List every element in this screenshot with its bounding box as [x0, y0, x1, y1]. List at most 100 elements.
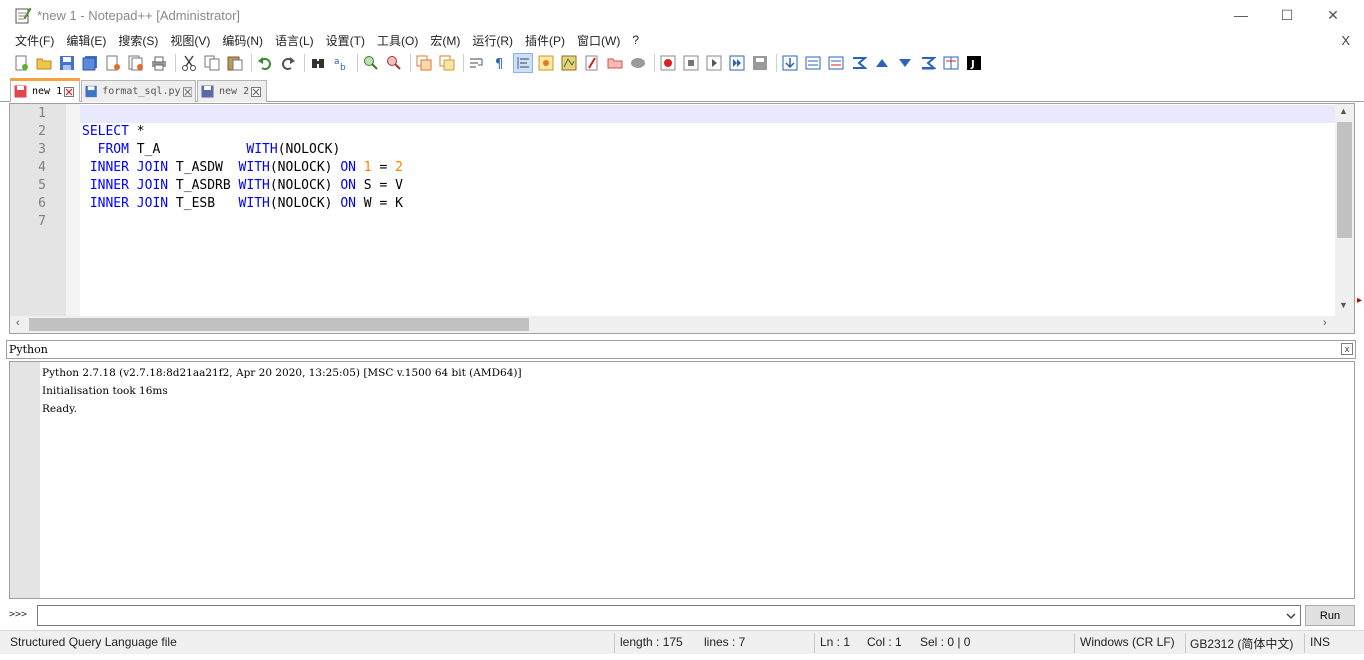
zoom-out-icon[interactable] [384, 53, 404, 73]
code-line[interactable]: 1 [10, 105, 1340, 123]
paste-icon[interactable] [225, 53, 245, 73]
menu-file[interactable]: 文件(F) [9, 32, 60, 49]
monitoring-icon[interactable] [628, 53, 648, 73]
close-all-icon[interactable] [126, 53, 146, 73]
find-icon[interactable] [308, 53, 328, 73]
plugin-6-icon[interactable] [895, 53, 915, 73]
replace-icon[interactable]: ab [331, 53, 351, 73]
plugin-1-icon[interactable] [780, 53, 800, 73]
vertical-scroll-thumb[interactable] [1337, 122, 1352, 238]
status-encoding[interactable]: GB2312 (简体中文) [1190, 635, 1293, 652]
sync-horizontal-icon[interactable] [437, 53, 457, 73]
word-wrap-icon[interactable] [467, 53, 487, 73]
save-all-icon[interactable] [80, 53, 100, 73]
code-line[interactable]: 6 INNER JOIN T_ESB WITH(NOLOCK) ON W = K [10, 195, 1340, 213]
menu-help[interactable]: ? [626, 33, 645, 47]
run-macro-multiple-icon[interactable] [727, 53, 747, 73]
menu-encoding[interactable]: 编码(N) [216, 32, 269, 49]
plugin-8-icon[interactable] [941, 53, 961, 73]
vertical-scrollbar[interactable]: ▲ ▼ [1335, 104, 1354, 316]
code-line[interactable]: 4 INNER JOIN T_ASDW WITH(NOLOCK) ON 1 = … [10, 159, 1340, 177]
play-macro-icon[interactable] [704, 53, 724, 73]
close-window-button[interactable]: ✕ [1310, 0, 1356, 30]
svg-text:¶: ¶ [495, 57, 503, 71]
sql-keyword: ON [340, 160, 356, 175]
status-divider [614, 633, 615, 653]
run-button[interactable]: Run [1305, 605, 1355, 626]
plugin-4-icon[interactable] [849, 53, 869, 73]
sql-identifier: (NOLOCK) [269, 178, 341, 193]
menu-macro[interactable]: 宏(M) [424, 32, 466, 49]
menu-settings[interactable]: 设置(T) [320, 32, 371, 49]
line-number: 5 [38, 178, 46, 193]
sql-identifier: T_ASDW [168, 160, 239, 175]
sql-number: 2 [395, 160, 403, 175]
menu-tools[interactable]: 工具(O) [371, 32, 424, 49]
indent-guide-icon[interactable] [513, 53, 533, 73]
tab-new-1[interactable]: new 1 [10, 78, 80, 102]
menu-plugins[interactable]: 插件(P) [519, 32, 571, 49]
undo-icon[interactable] [255, 53, 275, 73]
menu-view[interactable]: 视图(V) [164, 32, 216, 49]
close-file-icon[interactable] [103, 53, 123, 73]
plugin-2-icon[interactable] [803, 53, 823, 73]
tab-close-icon[interactable] [251, 86, 262, 97]
status-insert-mode[interactable]: INS [1310, 635, 1330, 649]
horizontal-scrollbar[interactable]: ‹ › [10, 316, 1354, 333]
code-line[interactable]: 7 [10, 213, 1340, 231]
tab-format-sql[interactable]: format_sql.py [81, 80, 196, 102]
scroll-right-icon[interactable]: › [1323, 317, 1327, 329]
window-title: *new 1 - Notepad++ [Administrator] [37, 8, 241, 23]
save-macro-icon[interactable] [750, 53, 770, 73]
tab-close-icon[interactable] [64, 86, 75, 97]
saved-file-icon [85, 85, 97, 98]
function-list-icon[interactable] [582, 53, 602, 73]
code-editor[interactable]: 1 2 SELECT * 3 FROM T_A WITH(NOLOCK) 4 INNER… [9, 103, 1355, 334]
menu-language[interactable]: 语言(L) [269, 32, 320, 49]
code-line[interactable]: 2 SELECT * [10, 123, 1340, 141]
redo-icon[interactable] [278, 53, 298, 73]
code-line[interactable]: 5 INNER JOIN T_ASDRB WITH(NOLOCK) ON S =… [10, 177, 1340, 195]
scroll-down-icon[interactable]: ▼ [1339, 300, 1348, 310]
sync-vertical-icon[interactable] [414, 53, 434, 73]
zoom-in-icon[interactable] [361, 53, 381, 73]
plugin-7-icon[interactable] [918, 53, 938, 73]
horizontal-scroll-thumb[interactable] [29, 318, 529, 331]
sql-keyword: ON [340, 178, 356, 193]
folder-workspace-icon[interactable] [605, 53, 625, 73]
new-file-icon[interactable] [11, 53, 31, 73]
code-line[interactable]: 3 FROM T_A WITH(NOLOCK) [10, 141, 1340, 159]
tab-close-icon[interactable] [182, 86, 192, 97]
plugin-3-icon[interactable] [826, 53, 846, 73]
maximize-button[interactable]: ☐ [1264, 0, 1310, 30]
plugin-9-icon[interactable]: J [964, 53, 984, 73]
menu-edit[interactable]: 编辑(E) [60, 32, 112, 49]
record-macro-icon[interactable] [658, 53, 678, 73]
cut-icon[interactable] [179, 53, 199, 73]
stop-macro-icon[interactable] [681, 53, 701, 73]
minimize-button[interactable]: — [1218, 0, 1264, 30]
open-file-icon[interactable] [34, 53, 54, 73]
tab-new-2[interactable]: new 2 [197, 80, 267, 102]
panel-close-button[interactable]: x [1341, 343, 1353, 355]
menu-search[interactable]: 搜索(S) [112, 32, 164, 49]
plugin-5-icon[interactable] [872, 53, 892, 73]
save-icon[interactable] [57, 53, 77, 73]
line-number: 7 [38, 214, 46, 229]
scroll-left-icon[interactable]: ‹ [16, 317, 20, 329]
show-all-chars-icon[interactable]: ¶ [490, 53, 510, 73]
doc-map-icon[interactable] [559, 53, 579, 73]
copy-icon[interactable] [202, 53, 222, 73]
close-document-button[interactable]: X [1341, 33, 1350, 48]
python-console-output[interactable]: Python 2.7.18 (v2.7.18:8d21aa21f2, Apr 2… [9, 361, 1355, 599]
status-eol[interactable]: Windows (CR LF) [1080, 635, 1175, 649]
sql-keyword: WITH [238, 178, 270, 193]
print-icon[interactable] [149, 53, 169, 73]
menu-run[interactable]: 运行(R) [466, 32, 519, 49]
menu-window[interactable]: 窗口(W) [571, 32, 626, 49]
udl-icon[interactable] [536, 53, 556, 73]
chevron-down-icon[interactable] [1285, 610, 1297, 622]
console-command-input[interactable] [37, 605, 1301, 626]
scroll-up-icon[interactable]: ▲ [1339, 106, 1348, 116]
sql-keyword: FROM [82, 142, 129, 157]
